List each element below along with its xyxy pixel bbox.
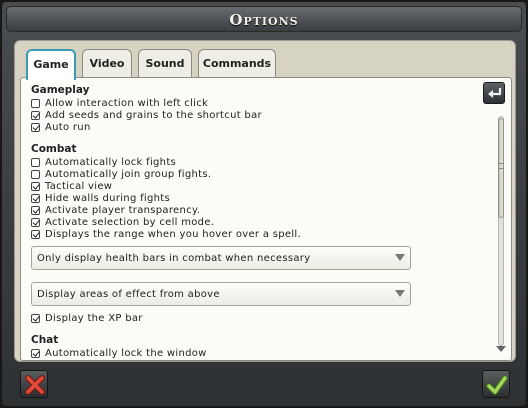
option-label: Activate selection by cell mode. xyxy=(45,216,215,228)
tab-commands[interactable]: Commands xyxy=(198,49,276,79)
option-tactical-view[interactable]: Tactical view xyxy=(31,180,486,192)
checkbox[interactable] xyxy=(31,348,40,358)
checkbox[interactable] xyxy=(31,313,40,323)
tab-commands-label: Commands xyxy=(202,57,272,70)
checkbox[interactable] xyxy=(31,169,40,179)
option-label: Activate player transparency. xyxy=(45,204,201,216)
checkmark-icon xyxy=(486,375,508,395)
checkbox[interactable] xyxy=(31,110,40,120)
tab-sound-label: Sound xyxy=(145,57,185,70)
option-cell-selection-mode[interactable]: Activate selection by cell mode. xyxy=(31,216,486,228)
areas-of-effect-dropdown[interactable]: Display areas of effect from above xyxy=(31,282,411,306)
return-button[interactable] xyxy=(483,82,505,104)
option-label: Allow interaction with left click xyxy=(45,97,209,109)
dropdown-value: Only display health bars in combat when … xyxy=(37,252,311,264)
cancel-button[interactable] xyxy=(20,370,48,398)
game-options-panel: Gameplay Allow interaction with left cli… xyxy=(20,77,512,361)
tab-video[interactable]: Video xyxy=(82,49,132,79)
dropdown-value: Display areas of effect from above xyxy=(37,288,220,300)
confirm-button[interactable] xyxy=(482,370,510,398)
option-hide-walls[interactable]: Hide walls during fights xyxy=(31,192,486,204)
return-arrow-icon xyxy=(488,88,502,98)
window-title: Options xyxy=(229,11,299,29)
option-label: Displays the range when you hover over a… xyxy=(45,228,301,240)
option-label: Display the XP bar xyxy=(45,312,143,324)
checkbox[interactable] xyxy=(31,229,40,239)
title-bar: Options xyxy=(6,6,522,32)
close-x-icon xyxy=(25,375,45,395)
option-label: Auto run xyxy=(45,121,91,133)
options-window: Options Game Video Sound Commands Gamepl… xyxy=(0,0,528,408)
vertical-scrollbar[interactable] xyxy=(495,116,507,352)
option-lock-fights[interactable]: Automatically lock fights xyxy=(31,156,486,168)
section-title-chat: Chat xyxy=(31,334,59,346)
scroll-down-arrow-icon[interactable] xyxy=(496,346,506,352)
options-frame: Game Video Sound Commands Gameplay Allow… xyxy=(14,40,516,362)
option-lock-chat-window[interactable]: Automatically lock the window xyxy=(31,347,486,359)
dropdown-arrow-icon xyxy=(395,290,405,297)
option-join-group-fights[interactable]: Automatically join group fights. xyxy=(31,168,486,180)
tab-sound[interactable]: Sound xyxy=(138,49,192,79)
checkbox[interactable] xyxy=(31,205,40,215)
tab-video-label: Video xyxy=(89,57,125,70)
tab-game-label: Game xyxy=(33,58,69,71)
checkbox[interactable] xyxy=(31,157,40,167)
section-title-combat: Combat xyxy=(31,143,77,155)
option-label: Add seeds and grains to the shortcut bar xyxy=(45,109,262,121)
option-player-transparency[interactable]: Activate player transparency. xyxy=(31,204,486,216)
checkbox[interactable] xyxy=(31,181,40,191)
option-auto-run[interactable]: Auto run xyxy=(31,121,486,133)
section-title-gameplay: Gameplay xyxy=(31,84,90,96)
option-label: Hide walls during fights xyxy=(45,192,170,204)
options-list: Gameplay Allow interaction with left cli… xyxy=(31,82,486,359)
checkbox[interactable] xyxy=(31,98,40,108)
tab-game[interactable]: Game xyxy=(26,49,76,80)
option-left-click-interaction[interactable]: Allow interaction with left click xyxy=(31,97,486,109)
checkbox[interactable] xyxy=(31,217,40,227)
option-label: Automatically lock fights xyxy=(45,156,177,168)
option-display-xp-bar[interactable]: Display the XP bar xyxy=(31,312,486,324)
option-label: Automatically lock the window xyxy=(45,347,207,359)
option-label: Automatically join group fights. xyxy=(45,168,212,180)
health-bars-dropdown[interactable]: Only display health bars in combat when … xyxy=(31,246,411,270)
option-seeds-shortcut-bar[interactable]: Add seeds and grains to the shortcut bar xyxy=(31,109,486,121)
dropdown-arrow-icon xyxy=(395,254,405,261)
checkbox[interactable] xyxy=(31,122,40,132)
scrollbar-grip-icon xyxy=(499,163,503,169)
checkbox[interactable] xyxy=(31,193,40,203)
option-label: Tactical view xyxy=(45,180,113,192)
option-spell-range-hover[interactable]: Displays the range when you hover over a… xyxy=(31,228,486,240)
